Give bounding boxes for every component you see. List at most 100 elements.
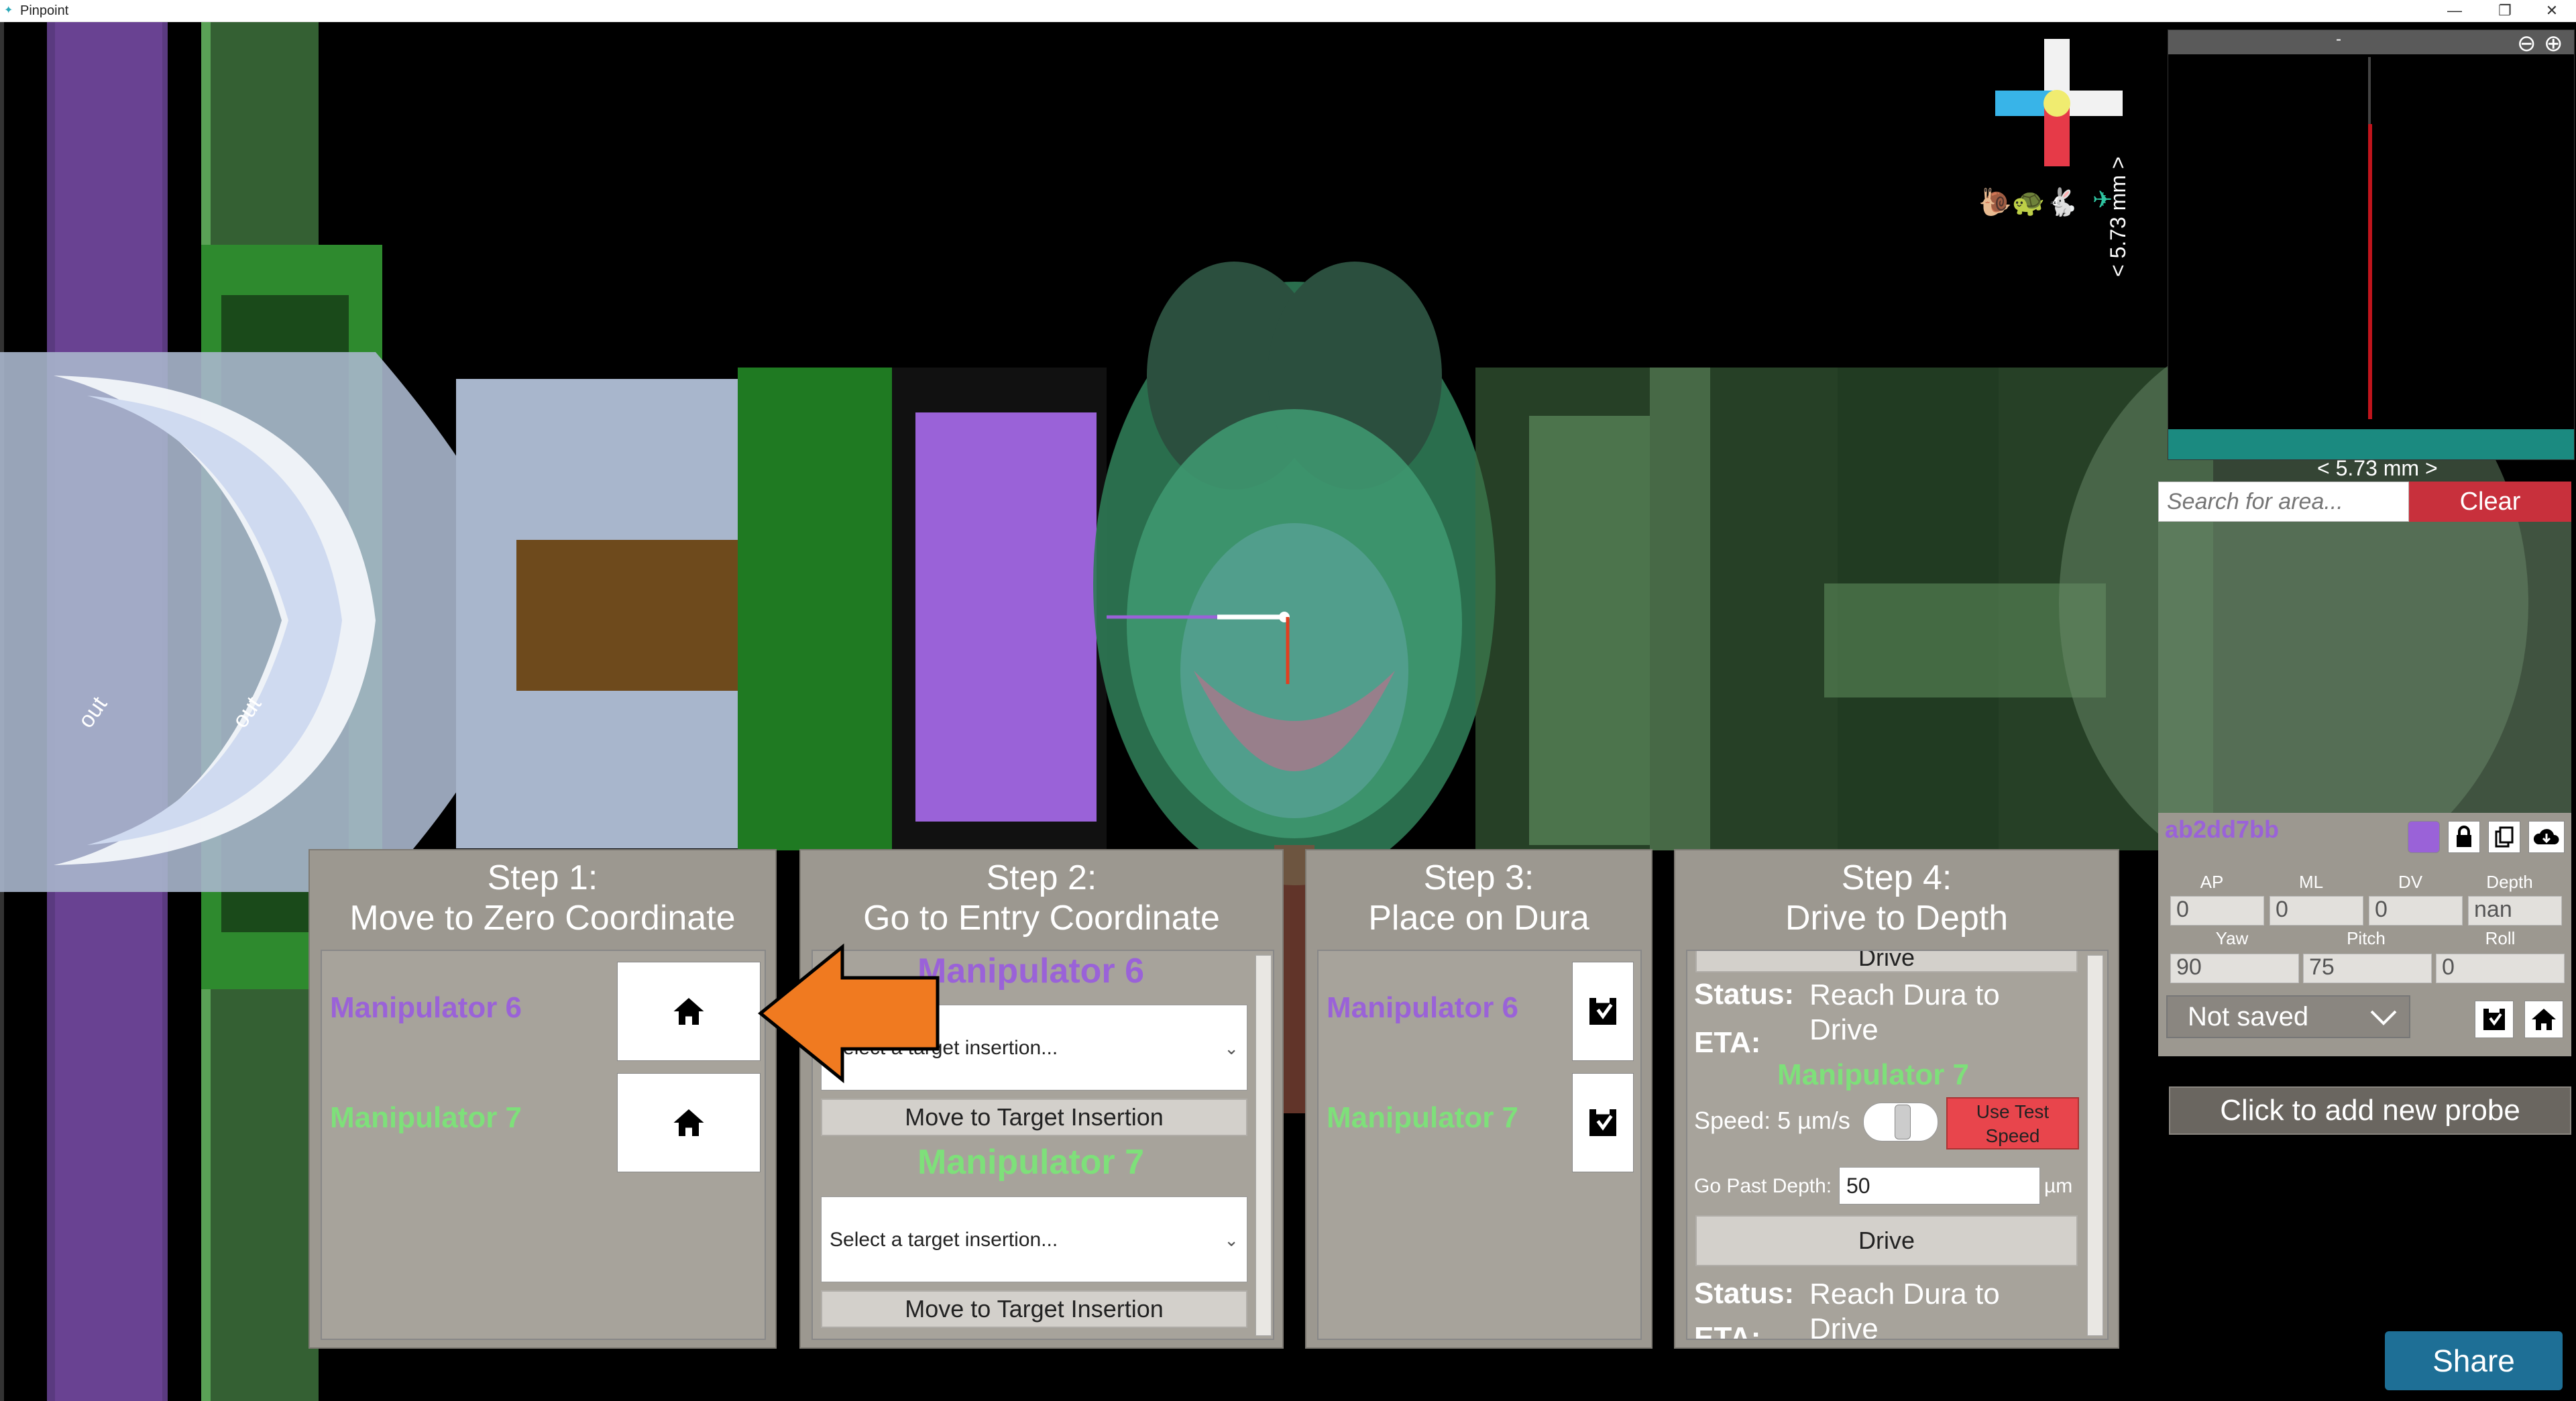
go-past-depth-input[interactable]: 50	[1839, 1167, 2040, 1204]
depth-field[interactable]: nan	[2468, 896, 2562, 926]
step4-drive-button[interactable]: Drive	[1695, 1215, 2078, 1266]
step2-panel: Step 2: Go to Entry Coordinate Manipulat…	[799, 849, 1284, 1349]
close-button[interactable]: ✕	[2532, 1, 2572, 20]
step1-home-button-6[interactable]	[617, 962, 761, 1061]
probe-id: ab2dd7bb	[2165, 816, 2280, 843]
step1-home-button-7[interactable]	[617, 1073, 761, 1172]
step4-subtitle: Drive to Depth	[1785, 899, 2009, 938]
go-past-depth-label: Go Past Depth:	[1694, 1175, 1832, 1197]
place-on-dura-icon	[1589, 1109, 1616, 1136]
step4-eta-label-2: ETA:	[1694, 1321, 1761, 1340]
step4-status-value-2: Reach Dura to Drive	[1809, 1278, 2000, 1340]
step4-drive-button-top[interactable]: Drive	[1695, 951, 2078, 972]
step4-status-value: Reach Dura to Drive	[1809, 978, 2000, 1046]
copy-button[interactable]	[2488, 821, 2520, 853]
pitch-header: Pitch	[2347, 928, 2386, 948]
step2-target-select-7-value: Select a target insertion...	[830, 1229, 1058, 1251]
save-state-dropdown[interactable]: Not saved	[2166, 995, 2410, 1038]
chevron-down-icon	[2370, 1010, 2397, 1025]
step4-title: Step 4:	[1841, 858, 1952, 897]
yaw-field[interactable]: 90	[2170, 954, 2299, 983]
step4-scrollbar[interactable]	[2087, 955, 2103, 1336]
speed-slider[interactable]	[1863, 1103, 1938, 1141]
dv-header: DV	[2398, 872, 2423, 892]
use-test-speed-button[interactable]: Use Test Speed	[1946, 1097, 2079, 1150]
step4-manipulator-7-label: Manipulator 7	[1777, 1058, 1970, 1091]
probe-inset-view[interactable]: - ⊖ ⊕	[2168, 30, 2575, 460]
zoom-out-icon[interactable]: ⊖	[2517, 30, 2536, 57]
cloud-download-icon	[2533, 829, 2559, 844]
step2-move-button-6[interactable]: Move to Target Insertion	[821, 1099, 1247, 1136]
save-probe-button[interactable]	[2475, 1001, 2514, 1038]
download-button[interactable]	[2528, 821, 2565, 853]
minimize-button[interactable]: —	[2434, 1, 2475, 20]
step1-list: Manipulator 6 Manipulator 7	[321, 950, 766, 1340]
step1-subtitle: Move to Zero Coordinate	[349, 899, 736, 938]
step1-panel: Step 1: Move to Zero Coordinate Manipula…	[309, 849, 777, 1349]
speed-slider-handle[interactable]	[1895, 1105, 1911, 1139]
step3-panel: Step 3: Place on Dura Manipulator 6 Mani…	[1305, 849, 1653, 1349]
lock-button[interactable]	[2448, 821, 2480, 853]
probe-panel: ab2dd7bb AP ML DV Depth 0 0 0 nan Yaw Pi…	[2158, 813, 2571, 1056]
vertical-scale-label: < 5.73 mm >	[2106, 156, 2130, 277]
step4-eta-label: ETA:	[1694, 1026, 1761, 1059]
tutorial-arrow-icon	[758, 943, 940, 1084]
chevron-down-icon: ⌄	[1224, 1038, 1239, 1058]
depth-header: Depth	[2486, 872, 2533, 892]
home-icon	[2532, 1009, 2556, 1030]
restore-button[interactable]: ❐	[2485, 1, 2525, 20]
app-logo-icon: ✦	[4, 5, 13, 16]
title-bar: ✦ Pinpoint — ❐ ✕	[0, 0, 2576, 22]
area-search-input[interactable]	[2158, 482, 2409, 522]
step3-subtitle: Place on Dura	[1368, 899, 1589, 938]
step2-target-select-7[interactable]: Select a target insertion... ⌄	[821, 1196, 1247, 1282]
copy-icon	[2495, 826, 2514, 848]
zoom-in-icon[interactable]: ⊕	[2544, 30, 2563, 57]
horizontal-scale-label: < 5.73 mm >	[2317, 456, 2438, 480]
clear-search-button[interactable]: Clear	[2409, 482, 2571, 522]
yaw-header: Yaw	[2215, 928, 2249, 948]
step2-manipulator-7-label: Manipulator 7	[917, 1143, 1145, 1182]
step3-dura-button-6[interactable]	[1572, 962, 1634, 1061]
chevron-down-icon: ⌄	[1224, 1230, 1239, 1250]
step2-scrollbar[interactable]	[1255, 955, 1272, 1336]
step3-list: Manipulator 6 Manipulator 7	[1317, 950, 1642, 1340]
save-icon	[2483, 1009, 2505, 1030]
home-icon	[673, 998, 704, 1025]
step3-title: Step 3:	[1423, 858, 1534, 897]
ap-field[interactable]: 0	[2170, 896, 2264, 926]
area-results-panel	[2158, 522, 2571, 830]
window-title: Pinpoint	[20, 3, 69, 18]
share-button[interactable]: Share	[2385, 1331, 2563, 1390]
pitch-field[interactable]: 75	[2303, 954, 2432, 983]
step4-status-label-2: Status:	[1694, 1277, 1795, 1310]
step1-title: Step 1:	[487, 858, 598, 897]
step3-manipulator-6-label: Manipulator 6	[1327, 991, 1519, 1024]
dv-field[interactable]: 0	[2369, 896, 2463, 926]
place-on-dura-icon	[1589, 998, 1616, 1025]
ap-header: AP	[2200, 872, 2224, 892]
step2-move-button-7[interactable]: Move to Target Insertion	[821, 1290, 1247, 1328]
roll-header: Roll	[2485, 928, 2516, 948]
probe-color-button[interactable]	[2408, 821, 2440, 853]
step1-manipulator-7-label: Manipulator 7	[330, 1101, 522, 1134]
step4-panel: Step 4: Drive to Depth Drive Status: Rea…	[1674, 849, 2119, 1349]
step4-status-label: Status:	[1694, 978, 1795, 1011]
svg-text:🐌🐢🐇: 🐌🐢🐇	[1978, 186, 2078, 218]
step3-dura-button-7[interactable]	[1572, 1073, 1634, 1172]
go-past-depth-unit: µm	[2044, 1175, 2073, 1197]
add-probe-button[interactable]: Click to add new probe	[2169, 1086, 2571, 1135]
home-icon	[673, 1109, 704, 1136]
step4-list: Drive Status: Reach Dura to Drive ETA: M…	[1686, 950, 2109, 1340]
ml-field[interactable]: 0	[2270, 896, 2363, 926]
home-probe-button[interactable]	[2524, 1001, 2563, 1038]
step2-subtitle: Go to Entry Coordinate	[863, 899, 1220, 938]
lock-icon	[2457, 826, 2471, 847]
step3-manipulator-7-label: Manipulator 7	[1327, 1101, 1519, 1134]
roll-field[interactable]: 0	[2436, 954, 2565, 983]
inset-titlebar: -	[2168, 30, 2574, 54]
step2-title: Step 2:	[986, 858, 1097, 897]
ml-header: ML	[2298, 872, 2324, 892]
step1-manipulator-6-label: Manipulator 6	[330, 991, 522, 1024]
save-state-value: Not saved	[2188, 1002, 2309, 1031]
